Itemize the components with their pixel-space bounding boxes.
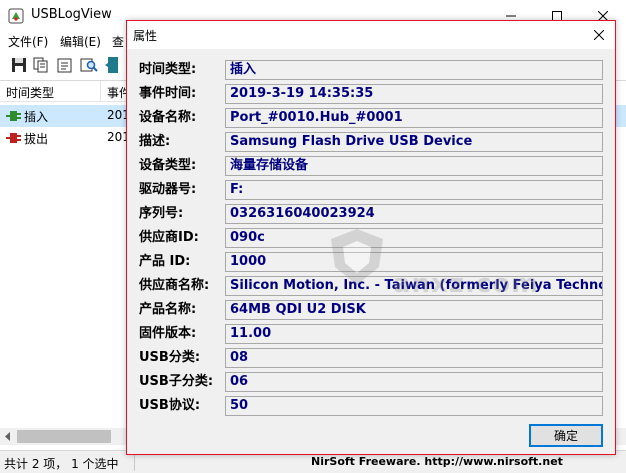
property-label: USB分类:: [139, 350, 201, 365]
property-label: USB协议:: [139, 398, 201, 413]
exit-icon[interactable]: [104, 56, 122, 74]
minimize-icon: [506, 15, 516, 16]
watermark-logo: anxz.com: [327, 225, 557, 305]
nirsoft-link[interactable]: NirSoft Freeware. http://www.nirsoft.net: [311, 455, 563, 468]
scrollbar-thumb[interactable]: [17, 430, 111, 443]
property-value-field[interactable]: Port_#0010.Hub_#0001: [225, 108, 603, 128]
property-value-field[interactable]: Samsung Flash Drive USB Device: [225, 132, 603, 152]
property-label: 设备类型:: [139, 158, 197, 173]
property-value-field[interactable]: 06: [225, 372, 603, 392]
property-label: 驱动器号:: [139, 182, 197, 197]
status-divider: [134, 453, 135, 471]
usb-plug-green-icon: [6, 111, 21, 121]
close-icon: [598, 10, 608, 21]
property-value-field[interactable]: 海量存储设备: [225, 156, 603, 176]
property-value-field[interactable]: 2019-3-19 14:35:35: [225, 84, 603, 104]
scroll-left-icon[interactable]: [4, 432, 12, 441]
dialog-titlebar: 属性: [127, 21, 615, 49]
property-label: 产品名称:: [139, 302, 197, 317]
properties-dialog: 属性 时间类型: 插入事件时间: 2019-3-19 14:35:35 设备名称: Po…: [126, 20, 616, 455]
property-value-field[interactable]: 0326316040023924: [225, 204, 603, 224]
dialog-close-button[interactable]: [583, 21, 615, 49]
property-value-field[interactable]: 11.00: [225, 324, 603, 344]
maximize-icon: [552, 10, 562, 21]
property-value-field[interactable]: 08: [225, 348, 603, 368]
property-label: 时间类型:: [139, 62, 197, 77]
ok-button[interactable]: 确定: [529, 424, 603, 447]
property-label: 供应商ID:: [139, 230, 199, 245]
shield-icon: [331, 229, 383, 285]
property-label: 供应商名称:: [139, 278, 210, 293]
menu-view[interactable]: 查: [112, 33, 124, 50]
close-icon: [594, 30, 604, 40]
save-icon[interactable]: [10, 56, 28, 74]
status-item-count: 共计 2 项， 1 个选中: [4, 457, 119, 471]
property-value-field[interactable]: F:: [225, 180, 603, 200]
usb-plug-red-icon: [6, 133, 21, 143]
properties-icon[interactable]: [56, 56, 74, 74]
copy-icon[interactable]: [32, 56, 50, 74]
property-label: 事件时间:: [139, 86, 197, 101]
column-header-type[interactable]: 时间类型: [0, 81, 101, 102]
watermark-text: anxz.com: [393, 269, 540, 299]
property-label: 产品 ID:: [139, 254, 191, 269]
menu-file[interactable]: 文件(F): [8, 33, 48, 50]
property-value-field[interactable]: 插入: [225, 60, 603, 80]
usblogview-app-icon: [8, 8, 24, 24]
property-label: 设备名称:: [139, 110, 197, 125]
property-value-field[interactable]: 50: [225, 396, 603, 416]
search-icon[interactable]: [80, 56, 98, 74]
property-label: 固件版本:: [139, 326, 197, 341]
property-label: USB子分类:: [139, 374, 214, 389]
menu-edit[interactable]: 编辑(E): [60, 33, 101, 50]
property-label: 描述:: [139, 134, 171, 149]
window-title: USBLogView: [31, 7, 112, 22]
dialog-title: 属性: [133, 29, 158, 43]
property-label: 序列号:: [139, 206, 184, 221]
row-type-cell: 插入: [24, 110, 49, 124]
row-type-cell: 拔出: [24, 132, 49, 146]
